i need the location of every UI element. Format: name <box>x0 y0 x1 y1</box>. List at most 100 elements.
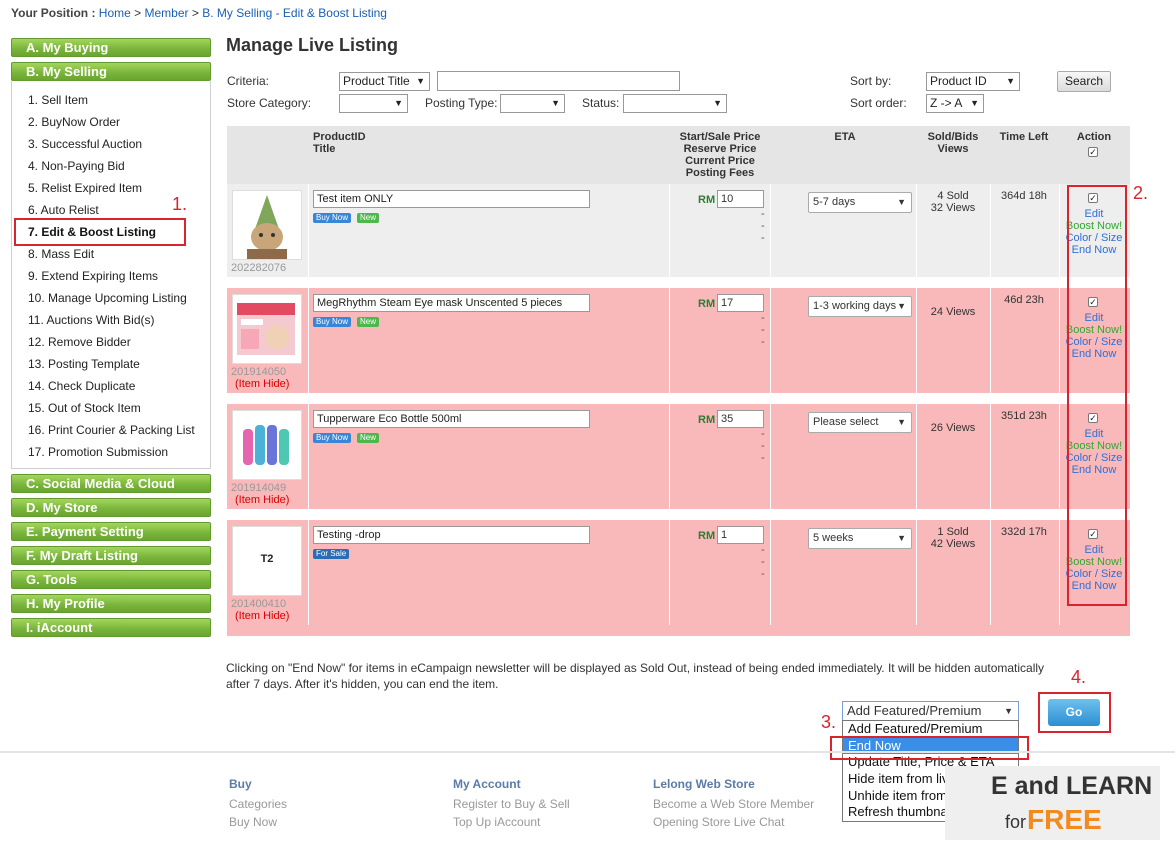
bulk-action-select[interactable]: Add Featured/Premium ▼ <box>842 701 1019 721</box>
sort-by-select[interactable]: Product ID ▼ <box>926 72 1020 91</box>
product-id: 201400410 <box>231 598 287 610</box>
views-count: 26 Views <box>930 422 976 434</box>
sidebar-section-my-selling[interactable]: B. My Selling <box>11 62 211 81</box>
price-input[interactable]: 35 <box>717 410 764 428</box>
header-product: ProductID Title <box>313 131 366 155</box>
status-select[interactable]: ▼ <box>623 94 727 113</box>
price-input[interactable]: 10 <box>717 190 764 208</box>
promo-banner[interactable]: E and LEARN for FREE <box>945 766 1160 840</box>
product-title-input[interactable]: Test item ONLY <box>313 190 590 208</box>
breadcrumb-current-link[interactable]: B. My Selling - Edit & Boost Listing <box>202 6 387 20</box>
sidebar-section-my-buying[interactable]: A. My Buying <box>11 38 211 57</box>
banner-free: FREE <box>1027 804 1102 835</box>
posting-fees-dash: - <box>761 336 765 348</box>
store-category-select[interactable]: ▼ <box>339 94 408 113</box>
footer-buy-heading[interactable]: Buy <box>229 777 252 791</box>
sort-order-select[interactable]: Z -> A ▼ <box>926 94 984 113</box>
footer-link-topup[interactable]: Top Up iAccount <box>453 815 540 829</box>
eta-value: 5 weeks <box>813 532 854 544</box>
sold-views: 1 Sold 42 Views <box>917 526 989 550</box>
sold-views: 24 Views <box>917 306 989 318</box>
eta-select[interactable]: 5-7 days ▼ <box>808 192 912 213</box>
product-title-input[interactable]: Tupperware Eco Bottle 500ml <box>313 410 590 428</box>
reserve-price-dash: - <box>761 428 765 440</box>
chevron-down-icon: ▼ <box>416 76 425 86</box>
listing-table-header: ProductID Title Start/Sale Price Reserve … <box>227 126 1130 184</box>
price-input[interactable]: 1 <box>717 526 764 544</box>
posting-fees-dash: - <box>761 232 765 244</box>
eta-select[interactable]: Please select ▼ <box>808 412 912 433</box>
sidebar-item-print-courier[interactable]: 16. Print Courier & Packing List <box>12 419 210 441</box>
sidebar-item-manage-upcoming[interactable]: 10. Manage Upcoming Listing <box>12 287 210 309</box>
sidebar-item-extend-expiring[interactable]: 9. Extend Expiring Items <box>12 265 210 287</box>
breadcrumb-label: Your Position : <box>11 6 96 20</box>
sidebar-item-auctions-with-bids[interactable]: 11. Auctions With Bid(s) <box>12 309 210 331</box>
column-divider <box>1059 288 1060 393</box>
sidebar-section-social-media[interactable]: C. Social Media & Cloud <box>11 474 211 493</box>
product-title-input[interactable]: Testing -drop <box>313 526 590 544</box>
product-thumbnail[interactable] <box>232 410 302 480</box>
item-hide-label: (Item Hide) <box>235 378 290 390</box>
column-divider <box>308 184 309 277</box>
posting-type-select[interactable]: ▼ <box>500 94 565 113</box>
footer-link-become-member[interactable]: Become a Web Store Member <box>653 797 814 811</box>
sidebar-section-draft-listing[interactable]: F. My Draft Listing <box>11 546 211 565</box>
sidebar-section-my-profile[interactable]: H. My Profile <box>11 594 211 613</box>
sidebar-section-payment-setting[interactable]: E. Payment Setting <box>11 522 211 541</box>
sidebar-section-iaccount[interactable]: I. iAccount <box>11 618 211 637</box>
footer-link-buy-now[interactable]: Buy Now <box>229 815 277 829</box>
eta-select[interactable]: 1-3 working days ▼ <box>808 296 912 317</box>
header-start-price: Start/Sale Price <box>679 131 761 143</box>
table-row: 202282076 Test item ONLY Buy Now New RM 1… <box>227 184 1130 277</box>
sidebar-item-sell-item[interactable]: 1. Sell Item <box>12 89 210 111</box>
sidebar-item-promotion-submission[interactable]: 17. Promotion Submission <box>12 441 210 463</box>
price-input[interactable]: 17 <box>717 294 764 312</box>
product-title-input[interactable]: MegRhythm Steam Eye mask Unscented 5 pie… <box>313 294 590 312</box>
sold-views: 26 Views <box>917 422 989 434</box>
column-divider <box>990 288 991 393</box>
sidebar-item-check-duplicate[interactable]: 14. Check Duplicate <box>12 375 210 397</box>
product-thumbnail[interactable] <box>232 294 302 364</box>
eta-value: 1-3 working days <box>813 300 897 312</box>
badge-buy-now: Buy Now <box>313 433 352 443</box>
select-all-checkbox[interactable]: ✓ <box>1088 147 1098 157</box>
footer-link-register[interactable]: Register to Buy & Sell <box>453 797 570 811</box>
search-button[interactable]: Search <box>1057 71 1111 92</box>
sold-count: 1 Sold <box>937 526 969 538</box>
views-count: 42 Views <box>930 538 976 550</box>
product-thumbnail[interactable]: T2 <box>232 526 302 596</box>
table-footer-strip <box>227 625 1130 636</box>
criteria-search-input[interactable] <box>437 71 680 91</box>
annotation-number-2: 2. <box>1133 183 1149 203</box>
footer-my-account-heading[interactable]: My Account <box>453 777 521 791</box>
criteria-select[interactable]: Product Title ▼ <box>339 72 430 91</box>
column-divider <box>669 404 670 509</box>
header-price: Start/Sale Price Reserve Price Current P… <box>670 131 770 179</box>
annotation-number-4: 4. <box>1071 667 1087 687</box>
sidebar-item-successful-auction[interactable]: 3. Successful Auction <box>12 133 210 155</box>
breadcrumb-member-link[interactable]: Member <box>145 6 189 20</box>
sidebar-item-mass-edit[interactable]: 8. Mass Edit <box>12 243 210 265</box>
chevron-down-icon: ▼ <box>551 98 560 108</box>
sidebar-item-out-of-stock[interactable]: 15. Out of Stock Item <box>12 397 210 419</box>
footer-link-categories[interactable]: Categories <box>229 797 287 811</box>
sidebar-item-non-paying-bid[interactable]: 4. Non-Paying Bid <box>12 155 210 177</box>
badge-new: New <box>357 317 380 327</box>
breadcrumb-home-link[interactable]: Home <box>99 6 131 20</box>
footer-web-store-heading[interactable]: Lelong Web Store <box>653 777 755 791</box>
sidebar-item-remove-bidder[interactable]: 12. Remove Bidder <box>12 331 210 353</box>
time-left: 364d 18h <box>1001 190 1047 202</box>
product-id: 201914049 <box>231 482 287 494</box>
sidebar-item-buynow-order[interactable]: 2. BuyNow Order <box>12 111 210 133</box>
time-left: 351d 23h <box>1001 410 1047 422</box>
sidebar-item-posting-template[interactable]: 13. Posting Template <box>12 353 210 375</box>
annotation-box-2 <box>1067 185 1127 606</box>
time-left: 332d 17h <box>1001 526 1047 538</box>
product-thumbnail[interactable] <box>232 190 302 260</box>
footer-link-live-chat[interactable]: Opening Store Live Chat <box>653 815 784 829</box>
eta-select[interactable]: 5 weeks ▼ <box>808 528 912 549</box>
table-row: 201914049 (Item Hide) Tupperware Eco Bot… <box>227 404 1130 509</box>
sidebar-section-my-store[interactable]: D. My Store <box>11 498 211 517</box>
status-label: Status: <box>582 96 620 110</box>
sidebar-section-tools[interactable]: G. Tools <box>11 570 211 589</box>
